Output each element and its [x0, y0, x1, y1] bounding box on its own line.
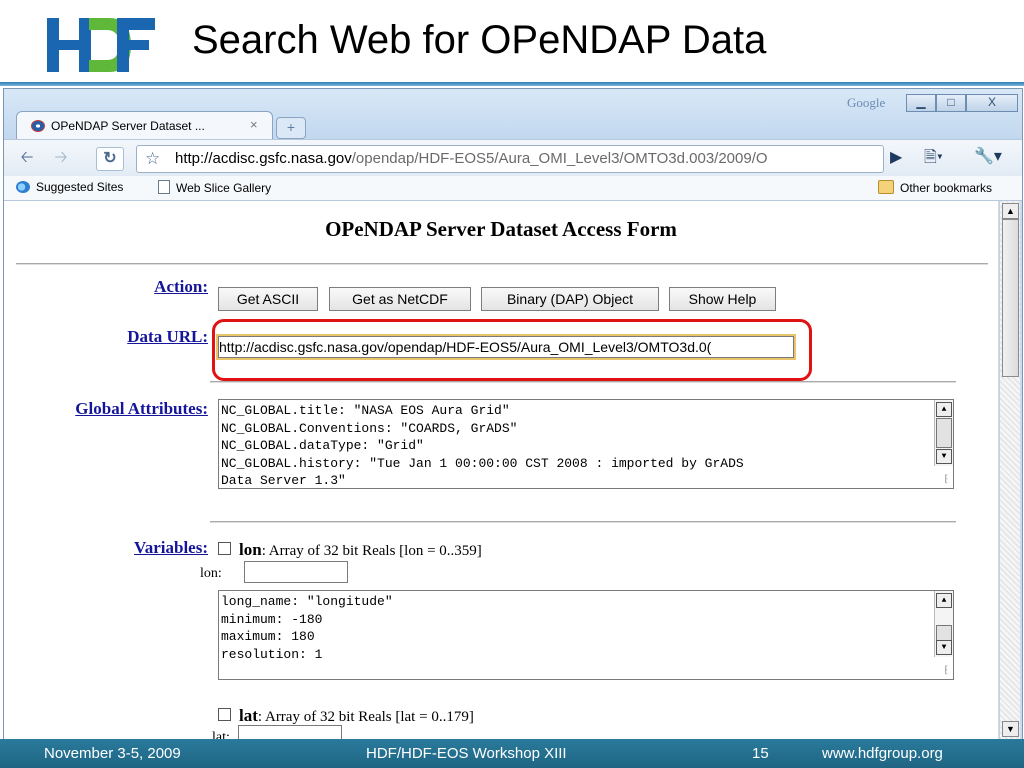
url-host: http://acdisc.gsfc.nasa.gov	[175, 150, 352, 167]
google-label: Google	[847, 95, 886, 110]
variable-lon: lon: Array of 32 bit Reals [lon = 0..359…	[218, 540, 482, 560]
url-path: /opendap/HDF-EOS5/Aura_OMI_Level3/OMTO3d…	[351, 150, 768, 167]
hdf-logo	[47, 18, 155, 72]
address-bar[interactable]: ☆ http://acdisc.gsfc.nasa.gov/opendap/HD…	[136, 145, 884, 173]
form-title: OPeNDAP Server Dataset Access Form	[325, 217, 677, 241]
textarea-scrollbar[interactable]: ▲ ▼	[934, 400, 953, 466]
star-icon[interactable]: ☆	[145, 146, 160, 172]
action-link[interactable]: Action:	[8, 277, 208, 297]
folder-icon	[878, 180, 894, 194]
textarea-scrollbar[interactable]: ▲ ▼	[934, 591, 953, 657]
variables-link[interactable]: Variables:	[8, 538, 208, 558]
bookmark-label: Suggested Sites	[36, 180, 124, 194]
resize-grip-icon[interactable]: ⁅	[943, 665, 949, 677]
tab-close-icon[interactable]: ×	[250, 117, 258, 132]
bookmarks-bar: Suggested Sites Web Slice Gallery Other …	[4, 176, 1022, 201]
show-help-button[interactable]: Show Help	[669, 287, 776, 311]
page-scrollbar[interactable]: ▲ ▼	[999, 201, 1020, 739]
footer-page-number: 15	[752, 745, 769, 762]
maximize-button[interactable]: □	[936, 94, 966, 112]
browser-window: OPeNDAP Server Dataset ... × + Google ▁ …	[3, 88, 1023, 740]
title-divider	[0, 82, 1024, 86]
data-url-link[interactable]: Data URL:	[8, 327, 208, 347]
lat-checkbox[interactable]	[218, 708, 231, 721]
forward-arrow-icon[interactable]: 🡢	[48, 147, 74, 169]
nav-toolbar: 🡠 🡢 ↻ ☆ http://acdisc.gsfc.nasa.gov/open…	[4, 139, 1022, 176]
page-icon	[158, 180, 170, 194]
wrench-icon[interactable]: 🔧▾	[974, 146, 1002, 166]
new-tab-button[interactable]: +	[276, 117, 306, 139]
global-attributes-link[interactable]: Global Attributes:	[8, 399, 208, 419]
minimize-button[interactable]: ▁	[906, 94, 936, 112]
global-attributes-textarea[interactable]: NC_GLOBAL.title: "NASA EOS Aura Grid" NC…	[218, 399, 954, 489]
tab-title: OPeNDAP Server Dataset ...	[51, 119, 205, 133]
footer-date: November 3-5, 2009	[44, 745, 181, 762]
nasa-favicon-icon	[31, 120, 45, 132]
lat-input-label: lat:	[212, 730, 230, 739]
lon-input-label: lon:	[200, 566, 222, 581]
binary-dap-button[interactable]: Binary (DAP) Object	[481, 287, 659, 311]
footer-event: HDF/HDF-EOS Workshop XIII	[366, 745, 567, 762]
tab-strip: OPeNDAP Server Dataset ... × + Google ▁ …	[4, 89, 1022, 140]
slide-footer: November 3-5, 2009 HDF/HDF-EOS Workshop …	[0, 739, 1024, 768]
bookmark-web-slice-gallery[interactable]: Web Slice Gallery	[158, 180, 271, 195]
highlight-annotation	[212, 319, 812, 381]
slide-title: Search Web for OPeNDAP Data	[192, 18, 767, 62]
lat-name: lat	[239, 706, 258, 725]
lon-name: lon	[239, 540, 262, 559]
page-content: OPeNDAP Server Dataset Access Form Actio…	[4, 201, 998, 739]
reload-icon[interactable]: ↻	[96, 147, 124, 171]
lon-description: : Array of 32 bit Reals [lon = 0..359]	[261, 543, 482, 559]
divider	[210, 521, 956, 523]
global-attributes-text: NC_GLOBAL.title: "NASA EOS Aura Grid" NC…	[221, 403, 744, 488]
footer-website: www.hdfgroup.org	[822, 745, 943, 762]
bookmark-suggested-sites[interactable]: Suggested Sites	[16, 180, 123, 194]
bookmark-label: Web Slice Gallery	[176, 181, 272, 195]
divider	[210, 381, 956, 383]
lon-checkbox[interactable]	[218, 542, 231, 555]
close-window-button[interactable]: X	[966, 94, 1018, 112]
go-icon[interactable]: ▶	[890, 147, 902, 167]
bookmark-label: Other bookmarks	[900, 181, 993, 195]
scroll-down-icon[interactable]: ▼	[936, 449, 952, 464]
lon-attributes-text: long_name: "longitude" minimum: -180 max…	[221, 594, 393, 662]
get-ascii-button[interactable]: Get ASCII	[218, 287, 318, 311]
browser-tab[interactable]: OPeNDAP Server Dataset ... ×	[16, 111, 273, 140]
scroll-up-icon[interactable]: ▲	[936, 593, 952, 608]
scroll-down-icon[interactable]: ▼	[1002, 721, 1019, 737]
ie-icon	[16, 181, 30, 193]
lat-input[interactable]	[238, 725, 342, 739]
back-arrow-icon[interactable]: 🡠	[14, 147, 40, 169]
scroll-up-icon[interactable]: ▲	[936, 402, 952, 417]
variable-lat: lat: Array of 32 bit Reals [lat = 0..179…	[218, 706, 474, 726]
lon-input[interactable]	[244, 561, 348, 583]
resize-grip-icon[interactable]: ⁅	[943, 474, 949, 486]
bookmark-other[interactable]: Other bookmarks	[878, 180, 992, 195]
scroll-thumb[interactable]	[1002, 219, 1019, 377]
get-netcdf-button[interactable]: Get as NetCDF	[329, 287, 471, 311]
lat-description: : Array of 32 bit Reals [lat = 0..179]	[257, 709, 474, 725]
divider	[16, 263, 988, 265]
scroll-down-icon[interactable]: ▼	[936, 640, 952, 655]
scroll-up-icon[interactable]: ▲	[1002, 203, 1019, 219]
lon-attributes-textarea[interactable]: long_name: "longitude" minimum: -180 max…	[218, 590, 954, 680]
page-menu-icon[interactable]: 🗎▾	[924, 146, 943, 173]
scroll-thumb[interactable]	[936, 418, 952, 448]
